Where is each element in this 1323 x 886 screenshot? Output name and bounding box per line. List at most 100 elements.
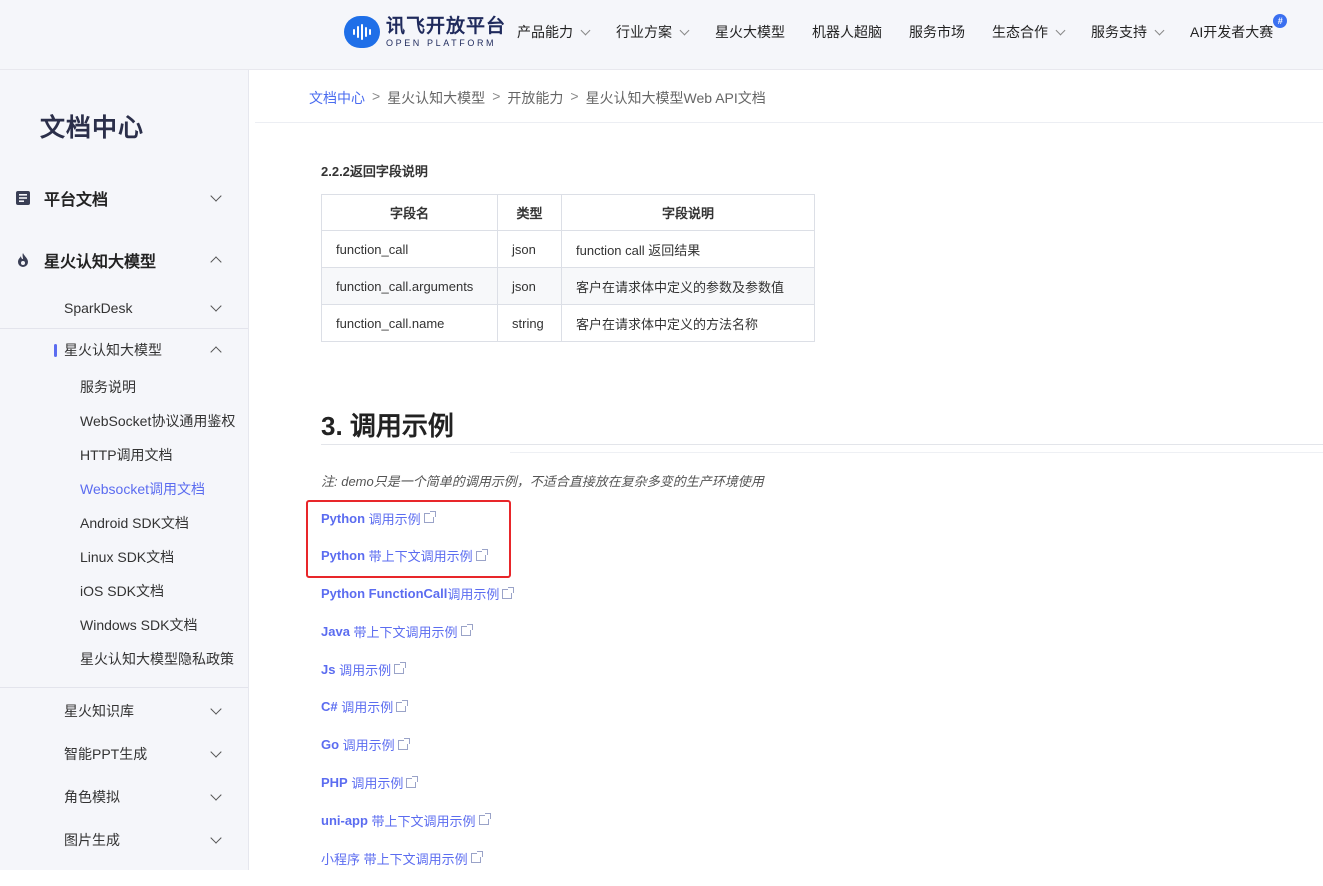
red-highlight-box	[306, 500, 511, 578]
sidebar-divider	[0, 328, 248, 329]
sidebar-item-linux-sdk[interactable]: Linux SDK文档	[0, 547, 248, 567]
link-text: 调用示例	[347, 776, 404, 792]
table-row: function_call json function call 返回结果	[321, 230, 815, 268]
chevron-down-icon	[1055, 25, 1066, 35]
sidebar-item-label: 星火认知大模型	[64, 342, 162, 358]
nav-ai-contest[interactable]: AI开发者大赛 #	[1190, 14, 1288, 42]
nav-label: 产品能力	[517, 24, 573, 40]
sidebar-item-label: Windows SDK文档	[80, 617, 198, 633]
sidebar-item-android-sdk[interactable]: Android SDK文档	[0, 513, 248, 533]
breadcrumb-separator: >	[372, 88, 381, 104]
link-text: 调用示例	[337, 700, 394, 716]
nav-ecosystem[interactable]: 生态合作	[992, 22, 1066, 42]
link-lang: C#	[321, 699, 338, 715]
sidebar-item-ppt[interactable]: 智能PPT生成	[0, 743, 248, 765]
sidebar-item-label: 星火认知大模型隐私政策	[80, 651, 234, 667]
sidebar-item-label: 星火认知大模型	[44, 254, 157, 271]
sidebar-item-label: 星火知识库	[64, 703, 134, 719]
chevron-up-icon	[210, 345, 222, 358]
link-csharp-example[interactable]: C# 调用示例	[321, 697, 512, 717]
heading-divider	[321, 444, 1323, 445]
external-link-icon	[406, 775, 419, 788]
iflytek-logo[interactable]: 讯飞开放平台 OPEN PLATFORM	[344, 16, 506, 48]
sidebar-item-label: 角色模拟	[64, 789, 120, 805]
nav-service-market[interactable]: 服务市场	[909, 22, 965, 42]
sidebar-item-sparkdesk[interactable]: SparkDesk	[0, 297, 248, 319]
link-php-example[interactable]: PHP 调用示例	[321, 773, 512, 793]
sidebar-item-platform-docs[interactable]: 平台文档	[0, 186, 248, 210]
nav-spark-model[interactable]: 星火大模型	[715, 22, 785, 42]
external-link-icon	[478, 813, 491, 826]
sidebar-item-label: 智能PPT生成	[64, 746, 148, 762]
breadcrumb-item-docs-center[interactable]: 文档中心	[309, 88, 365, 108]
logo-text-en: OPEN PLATFORM	[386, 37, 497, 48]
table-header-cell: 字段名	[321, 194, 498, 231]
sidebar-item-label: Android SDK文档	[80, 515, 189, 531]
breadcrumb: 文档中心 > 星火认知大模型 > 开放能力 > 星火认知大模型Web API文档	[309, 88, 766, 108]
chevron-down-icon	[1154, 25, 1165, 35]
sidebar-item-label: Websocket调用文档	[80, 481, 205, 497]
sidebar-item-image-gen[interactable]: 图片生成	[0, 829, 248, 851]
table-cell: string	[497, 304, 562, 342]
chevron-down-icon	[210, 745, 222, 758]
nav-label: 生态合作	[992, 24, 1048, 40]
link-python-functioncall-example[interactable]: Python FunctionCall 调用示例	[321, 584, 515, 604]
breadcrumb-separator: >	[492, 88, 501, 104]
table-cell: function_call.arguments	[321, 267, 498, 305]
nav-robot-brain[interactable]: 机器人超脑	[812, 22, 882, 42]
sidebar-item-spark-model[interactable]: 星火认知大模型	[0, 248, 248, 272]
link-lang: Go	[321, 737, 340, 753]
demo-note: 注: demo只是一个简单的调用示例，不适合直接放在复杂多变的生产环境使用	[321, 474, 764, 489]
sidebar-item-http-docs[interactable]: HTTP调用文档	[0, 445, 248, 465]
link-go-example[interactable]: Go 调用示例	[321, 735, 512, 755]
sidebar-item-service-description[interactable]: 服务说明	[0, 377, 248, 397]
sidebar-item-label: WebSocket协议通用鉴权	[80, 413, 236, 429]
flame-icon	[18, 253, 28, 267]
sidebar-item-label: HTTP调用文档	[80, 447, 173, 463]
chevron-up-icon	[210, 255, 222, 268]
link-java-context-example[interactable]: Java 带上下文调用示例	[321, 621, 512, 641]
nav-industry-solutions[interactable]: 行业方案	[616, 22, 690, 42]
external-link-icon	[470, 851, 483, 864]
sidebar-item-privacy-policy[interactable]: 星火认知大模型隐私政策	[0, 649, 248, 669]
logo-mark-icon	[344, 16, 380, 48]
link-text: 调用示例	[335, 662, 392, 678]
table-cell: function_call	[321, 230, 498, 268]
sidebar-item-role-play[interactable]: 角色模拟	[0, 786, 248, 808]
link-lang: Python FunctionCall	[321, 586, 448, 602]
chevron-down-icon	[210, 788, 222, 801]
external-link-icon	[394, 662, 407, 675]
external-link-icon	[396, 699, 409, 712]
sidebar-item-ios-sdk[interactable]: iOS SDK文档	[0, 581, 248, 601]
table-cell: function call 返回结果	[561, 230, 815, 268]
sidebar-item-windows-sdk[interactable]: Windows SDK文档	[0, 615, 248, 635]
sidebar-item-websocket-docs[interactable]: Websocket调用文档	[0, 479, 248, 499]
nav-label: 行业方案	[616, 24, 672, 40]
sidebar-title: 文档中心	[40, 114, 145, 142]
chevron-down-icon	[679, 25, 690, 35]
chevron-down-icon	[210, 299, 222, 312]
document-icon	[16, 191, 30, 205]
link-uniapp-context-example[interactable]: uni-app 带上下文调用示例	[321, 810, 512, 830]
link-text: 带上下文调用示例	[349, 624, 458, 640]
hash-badge-icon: #	[1273, 14, 1288, 28]
nav-product-capability[interactable]: 产品能力	[517, 22, 591, 42]
breadcrumb-item-current: 星火认知大模型Web API文档	[585, 90, 766, 106]
sidebar-item-label: iOS SDK文档	[80, 583, 165, 599]
link-js-example[interactable]: Js 调用示例	[321, 659, 512, 679]
return-fields-table: 字段名 类型 字段说明 function_call json function …	[321, 194, 815, 342]
link-miniprogram-context-example[interactable]: 小程序 带上下文调用示例	[321, 848, 512, 868]
sidebar-item-spark-model-sub[interactable]: 星火认知大模型	[0, 339, 248, 361]
sidebar-item-knowledge-base[interactable]: 星火知识库	[0, 700, 248, 722]
sidebar-item-websocket-auth[interactable]: WebSocket协议通用鉴权	[0, 411, 248, 431]
breadcrumb-item-spark-model[interactable]: 星火认知大模型	[387, 88, 485, 108]
section-heading-examples: 3. 调用示例	[321, 411, 454, 441]
chevron-down-icon	[210, 189, 222, 202]
link-lang: uni-app	[321, 812, 368, 828]
nav-label: 机器人超脑	[812, 24, 882, 40]
link-lang: Js	[321, 661, 336, 677]
nav-support[interactable]: 服务支持	[1091, 22, 1165, 42]
breadcrumb-item-open-capability[interactable]: 开放能力	[507, 88, 563, 108]
external-link-icon	[502, 586, 515, 599]
sidebar-item-label: 平台文档	[44, 192, 109, 209]
